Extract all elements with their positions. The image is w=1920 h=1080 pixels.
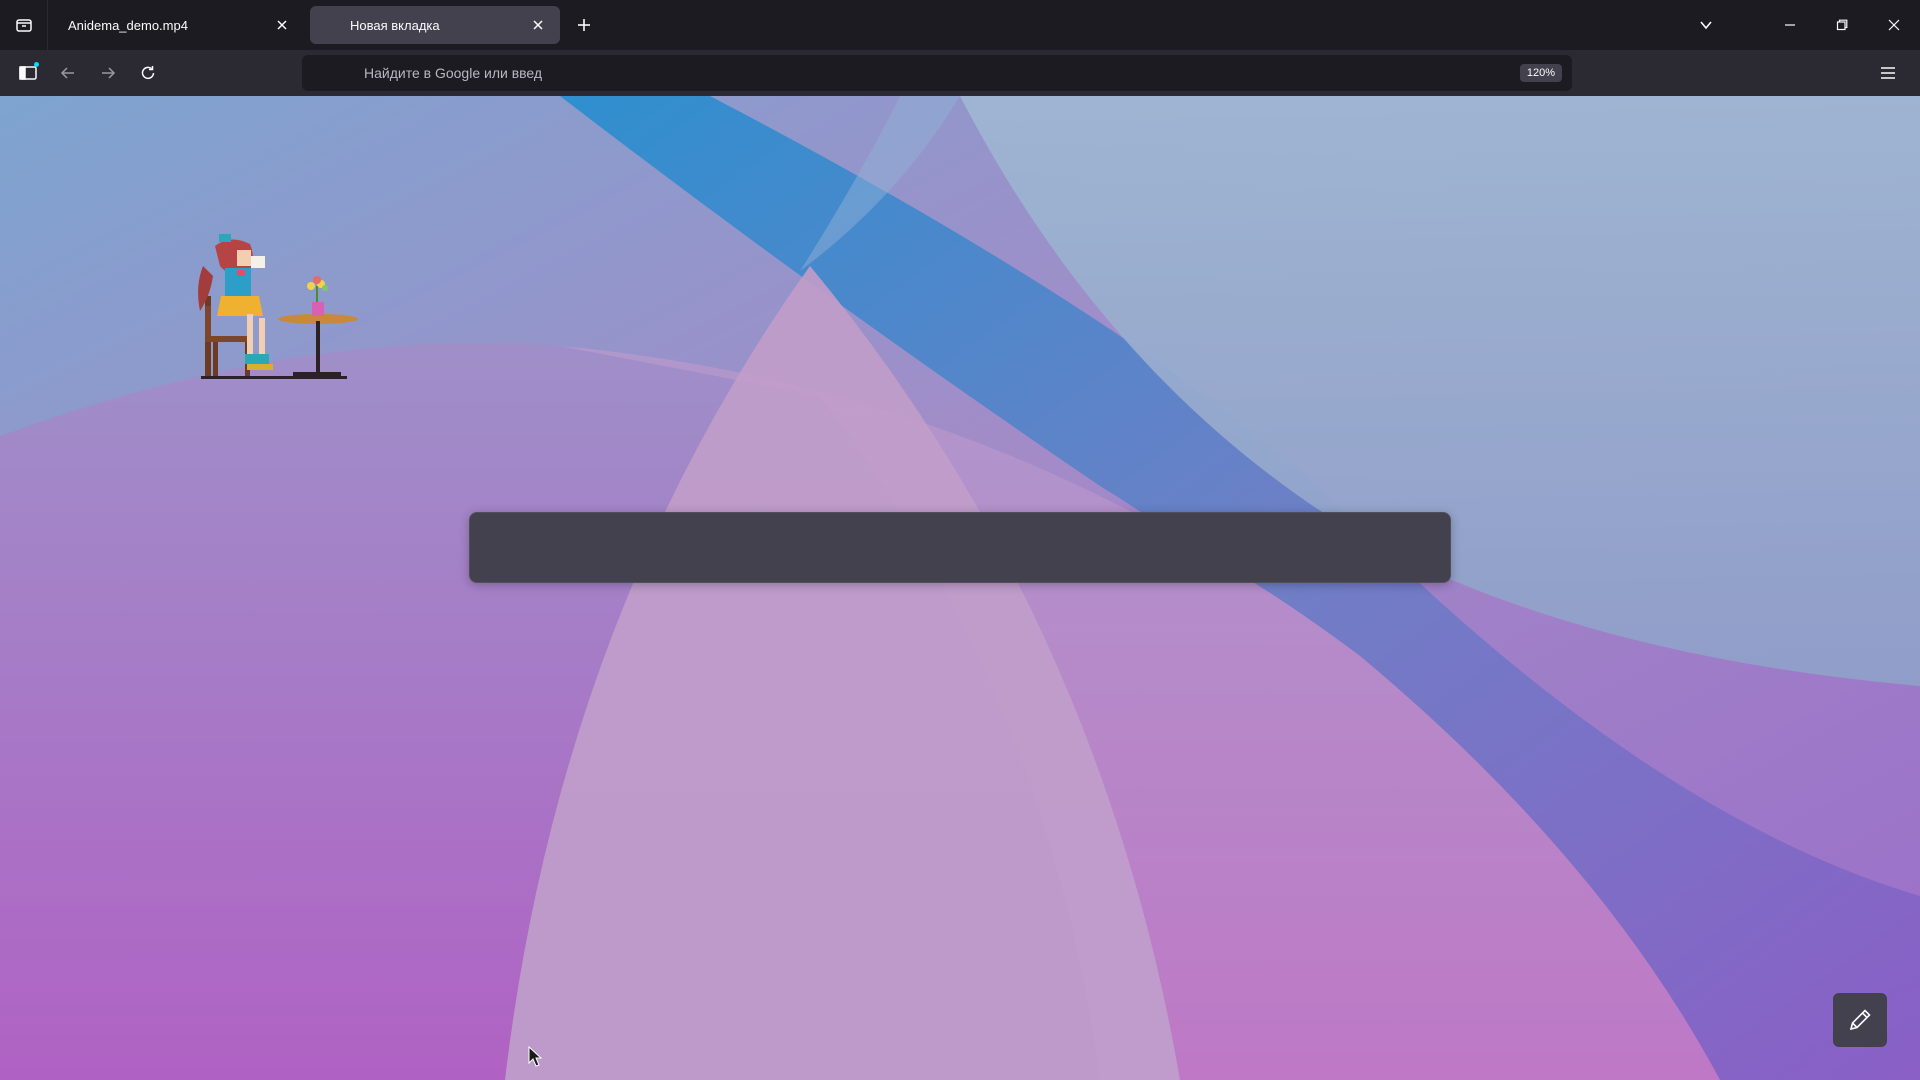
arrow-right-icon[interactable] <box>88 53 128 93</box>
newtab-search-input[interactable] <box>470 513 1450 582</box>
decorative-pixel-art-image <box>198 234 358 379</box>
minimize-icon[interactable] <box>1764 0 1816 50</box>
close-icon[interactable] <box>272 15 292 35</box>
new-tab-page <box>0 96 1920 1080</box>
navigation-toolbar: 120% <box>0 50 1920 96</box>
restore-icon[interactable] <box>1816 0 1868 50</box>
tab-strip: Anidema_demo.mp4 Новая вкладка <box>0 0 1920 50</box>
close-icon[interactable] <box>528 15 548 35</box>
address-bar[interactable]: 120% <box>302 55 1572 91</box>
tab-new-tab[interactable]: Новая вкладка <box>310 6 560 44</box>
arrow-left-icon[interactable] <box>48 53 88 93</box>
tab-title: Anidema_demo.mp4 <box>68 17 188 33</box>
pencil-icon[interactable] <box>1833 993 1887 1047</box>
hamburger-menu-icon[interactable] <box>1868 53 1908 93</box>
url-input[interactable] <box>362 58 1520 88</box>
plus-icon[interactable] <box>566 7 602 43</box>
mouse-pointer-icon <box>528 1046 543 1067</box>
tab-list-icon[interactable] <box>0 0 48 50</box>
newtab-search-box[interactable] <box>469 512 1451 583</box>
tab-anidema[interactable]: Anidema_demo.mp4 <box>54 6 304 44</box>
chevron-down-icon[interactable] <box>1680 0 1732 50</box>
zoom-level-badge[interactable]: 120% <box>1519 64 1562 82</box>
tab-title: Новая вкладка <box>350 17 440 33</box>
sidebar-notification-dot <box>34 62 39 67</box>
reload-icon[interactable] <box>128 53 168 93</box>
sidebar-icon[interactable] <box>8 53 48 93</box>
close-window-icon[interactable] <box>1868 0 1920 50</box>
